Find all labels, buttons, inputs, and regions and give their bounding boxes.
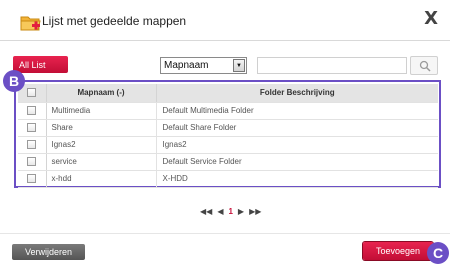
delete-button[interactable]: Verwijderen	[12, 244, 85, 260]
row-checkbox-cell	[18, 153, 47, 171]
row-checkbox-cell	[18, 170, 47, 188]
row-checkbox-cell	[18, 136, 47, 154]
search-field-select[interactable]: Mapnaam ▼	[160, 57, 247, 74]
pagination: ◀◀ ◀ 1 ▶ ▶▶	[200, 207, 261, 216]
row-checkbox[interactable]	[27, 106, 37, 116]
search-field-select-value: Mapnaam	[164, 60, 209, 71]
chevron-down-icon[interactable]: ▼	[233, 59, 245, 72]
dialog-title: Lijst met gedeelde mappen	[42, 14, 187, 28]
first-page-icon[interactable]: ◀◀	[200, 207, 212, 216]
column-header-folder-name[interactable]: Mapnaam (-)	[46, 84, 157, 103]
row-checkbox[interactable]	[27, 157, 37, 167]
folder-description-cell: Default Multimedia Folder	[156, 102, 438, 120]
folder-name-cell: Ignas2	[46, 136, 157, 154]
row-checkbox[interactable]	[27, 174, 37, 184]
table-header-row: Mapnaam (-) Folder Beschrijving	[18, 84, 438, 103]
folder-name-cell: x-hdd	[46, 170, 157, 188]
all-list-button[interactable]: All List	[13, 56, 68, 73]
dialog-titlebar: Lijst met gedeelde mappen X	[0, 0, 450, 38]
last-page-icon[interactable]: ▶▶	[249, 207, 261, 216]
table-row[interactable]: Multimedia Default Multimedia Folder	[18, 102, 438, 120]
search-icon	[419, 60, 431, 72]
column-header-description: Folder Beschrijving	[156, 84, 438, 103]
folder-name-cell: Share	[46, 119, 157, 137]
row-checkbox[interactable]	[27, 123, 37, 133]
search-input[interactable]	[257, 57, 407, 74]
folder-description-cell: Default Service Folder	[156, 153, 438, 171]
folder-description-cell: X-HDD	[156, 170, 438, 188]
annotation-badge-b: B	[3, 70, 25, 92]
previous-page-icon[interactable]: ◀	[217, 207, 223, 216]
row-checkbox-cell	[18, 119, 47, 137]
footer-divider	[0, 233, 450, 234]
select-all-checkbox[interactable]	[27, 88, 37, 98]
table-row[interactable]: Share Default Share Folder	[18, 119, 438, 137]
row-checkbox-cell	[18, 102, 47, 120]
annotation-badge-c: C	[427, 242, 449, 264]
search-button[interactable]	[410, 56, 438, 75]
table-highlight-frame: Mapnaam (-) Folder Beschrijving Multimed…	[14, 80, 441, 188]
title-divider	[0, 40, 450, 41]
folder-name-cell: service	[46, 153, 157, 171]
add-button[interactable]: Toevoegen	[363, 242, 433, 260]
folder-description-cell: Ignas2	[156, 136, 438, 154]
folder-add-icon	[20, 13, 42, 33]
shared-folders-table: Mapnaam (-) Folder Beschrijving Multimed…	[18, 84, 438, 188]
table-row[interactable]: Ignas2 Ignas2	[18, 136, 438, 154]
shared-folders-dialog: Lijst met gedeelde mappen X All List Map…	[0, 0, 450, 267]
table-row[interactable]: x-hdd X-HDD	[18, 170, 438, 188]
folder-description-cell: Default Share Folder	[156, 119, 438, 137]
table-row[interactable]: service Default Service Folder	[18, 153, 438, 171]
next-page-icon[interactable]: ▶	[238, 207, 244, 216]
folder-name-cell: Multimedia	[46, 102, 157, 120]
row-checkbox[interactable]	[27, 140, 37, 150]
current-page-number[interactable]: 1	[228, 207, 232, 216]
close-button[interactable]: X	[424, 8, 438, 29]
